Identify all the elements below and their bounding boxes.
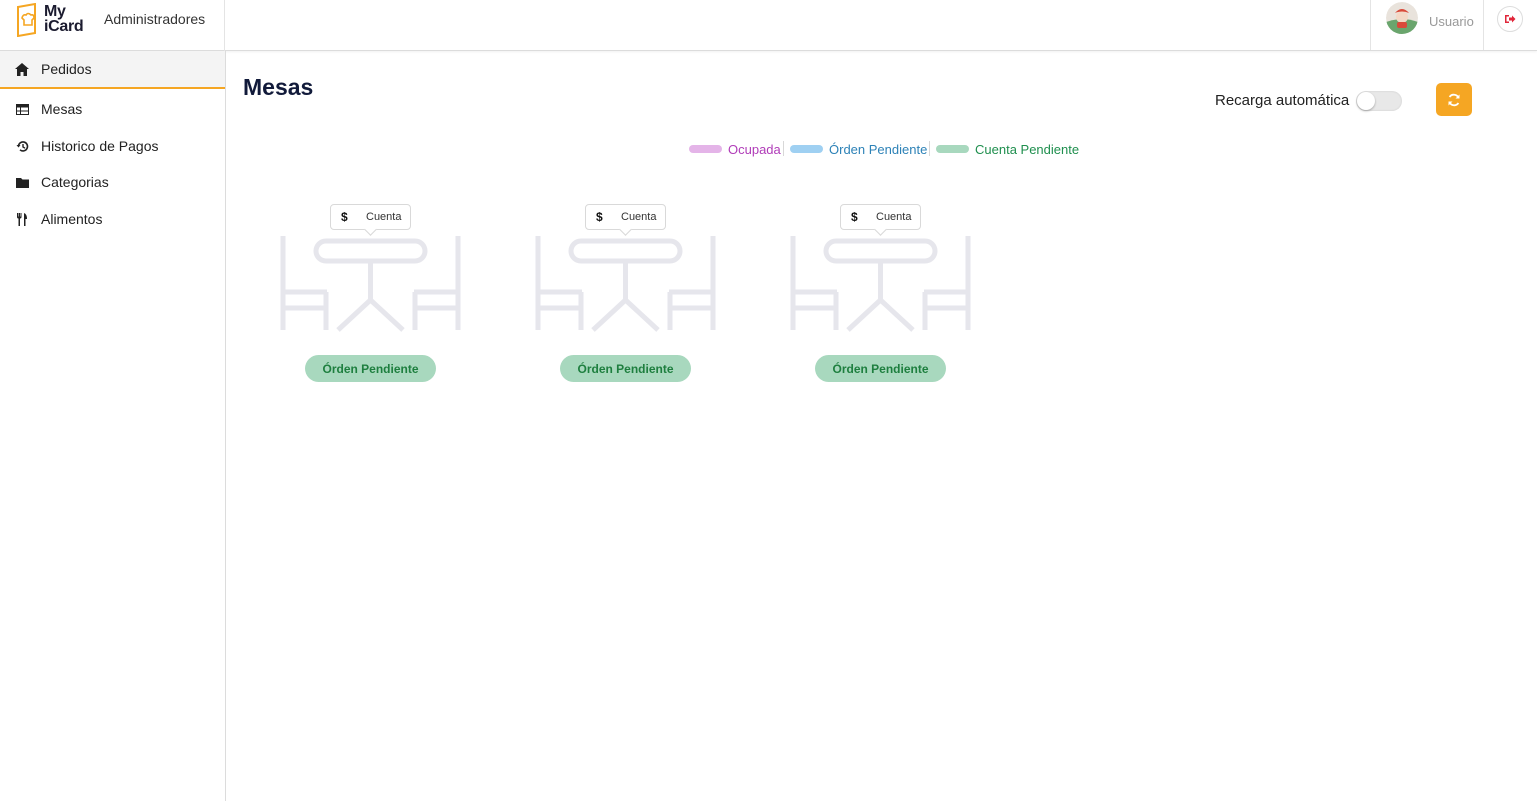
legend-item-ocupada: Ocupada [689,140,781,158]
sidebar-item-label: Pedidos [41,61,92,77]
dollar-icon: $ [851,210,858,224]
table-icon [14,101,30,117]
logout-button[interactable] [1497,6,1523,32]
page-title: Mesas [243,74,314,100]
legend-swatch [689,145,722,153]
user-name: Usuario [1429,14,1474,29]
legend-swatch [936,145,969,153]
brand-area: My iCard Administradores [0,0,225,51]
sidebar-item-alimentos[interactable]: Alimentos [0,200,225,238]
sidebar: Pedidos Mesas Historico de Pagos Categor… [0,51,226,801]
auto-reload-label: Recarga automática [1215,92,1350,109]
logo-line-2: iCard [44,18,84,35]
logo-line-1: My [44,3,66,20]
sidebar-item-label: Categorias [41,174,109,190]
sidebar-item-historico[interactable]: Historico de Pagos [0,127,225,165]
legend-swatch [790,145,823,153]
cuenta-label: Cuenta [366,211,402,223]
refresh-icon [1448,93,1460,106]
sidebar-item-label: Mesas [41,101,83,117]
logo-icon [17,3,36,37]
legend-item-cuenta-pendiente: Cuenta Pendiente [936,140,1079,158]
refresh-button[interactable] [1436,83,1472,116]
sidebar-item-categorias[interactable]: Categorias [0,163,225,201]
logo-text: My iCard [44,3,84,35]
table-illustration-icon [790,236,971,332]
dollar-icon: $ [596,210,603,224]
avatar [1386,2,1418,34]
dollar-icon: $ [341,210,348,224]
legend-label: Cuenta Pendiente [975,141,1080,157]
status-badge[interactable]: Órden Pendiente [560,355,691,382]
toggle-knob [1357,92,1375,110]
legend-item-orden-pendiente: Órden Pendiente [790,140,927,158]
cuenta-button[interactable]: $ Cuenta [840,204,921,230]
utensils-icon [14,211,30,227]
legend-divider [929,141,930,156]
table-card[interactable]: $ Cuenta Órden Pendiente [535,204,735,384]
top-bar: My iCard Administradores Usuario [0,0,1537,51]
sidebar-item-label: Historico de Pagos [41,138,159,154]
cuenta-button[interactable]: $ Cuenta [330,204,411,230]
cuenta-label: Cuenta [621,211,657,223]
auto-reload-toggle[interactable] [1356,91,1402,111]
legend-divider [783,141,784,156]
cuenta-button[interactable]: $ Cuenta [585,204,666,230]
brand-subtitle: Administradores [104,11,206,27]
legend-label: Órden Pendiente [829,141,928,157]
table-card[interactable]: $ Cuenta Órden Pendiente [790,204,990,384]
user-menu[interactable]: Usuario [1370,0,1484,50]
status-badge[interactable]: Órden Pendiente [815,355,946,382]
home-icon [14,61,30,77]
table-illustration-icon [280,236,461,332]
table-illustration-icon [535,236,716,332]
folder-icon [14,174,30,190]
sidebar-item-label: Alimentos [41,211,103,227]
sidebar-item-mesas[interactable]: Mesas [0,90,225,128]
cuenta-label: Cuenta [876,211,912,223]
sign-out-icon [1505,15,1516,23]
history-icon [14,138,30,154]
status-badge[interactable]: Órden Pendiente [305,355,436,382]
sidebar-item-pedidos[interactable]: Pedidos [0,51,225,89]
table-card[interactable]: $ Cuenta Órden Pendiente [280,204,480,384]
legend-label: Ocupada [728,141,781,157]
